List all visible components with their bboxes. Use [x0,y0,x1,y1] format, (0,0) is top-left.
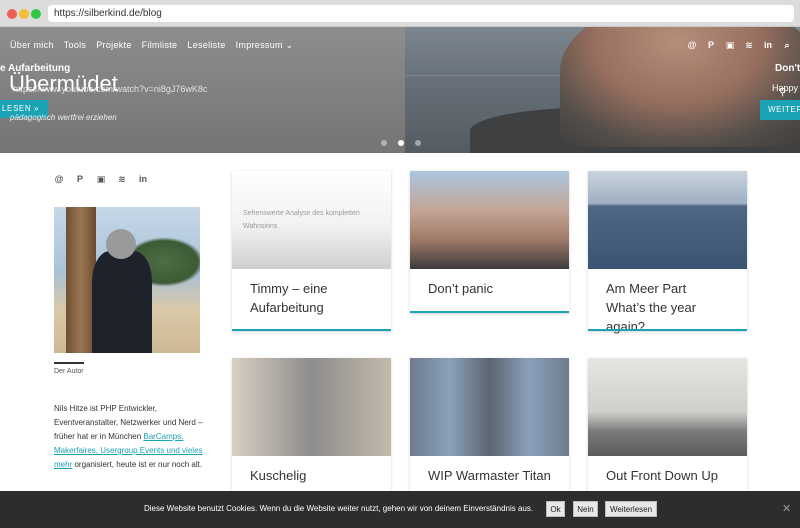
main-nav: Über mich Tools Projekte Filmliste Lesel… [10,40,293,51]
cookie-reject-button[interactable]: Nein [573,501,598,517]
nav-item-projekte[interactable]: Projekte [96,40,131,51]
paypal-icon[interactable]: P [75,174,85,184]
slide-subtitle: pädagogisch wertfrei erziehen [10,113,117,122]
slider-pagination [381,140,421,146]
slide-url-text: https://www.youtube.com/watch?v=ni8gJ76w… [13,84,208,94]
post-title[interactable]: Kuschelig [232,456,391,495]
chevron-down-icon: ⌄ [285,40,294,50]
header-social-links: @ P ▣ ≋ in ⌕ [687,40,792,50]
browser-toolbar: https://silberkind.de/blog [0,0,800,27]
close-icon[interactable]: ✕ [782,502,791,515]
author-bio: Nils Hitze ist PHP Entwickler, Eventvera… [54,404,203,469]
nav-item-leseliste[interactable]: Leseliste [187,40,225,51]
post-title[interactable]: Timmy – eine Aufarbeitung [232,269,391,327]
rss-icon[interactable]: ≋ [744,40,754,50]
post-card[interactable]: Don’t panic [410,171,569,313]
nav-item-filmliste[interactable]: Filmliste [142,40,178,51]
divider [54,362,84,364]
slider-dot[interactable] [415,140,421,146]
post-thumbnail [232,358,391,456]
post-thumbnail [588,171,747,269]
maximize-window-button[interactable] [31,9,41,19]
post-card[interactable]: Sehenswerte Analyse des kompletten Wahns… [232,171,391,331]
post-thumbnail [410,171,569,269]
linkedin-icon[interactable]: in [138,174,148,184]
linkedin-icon[interactable]: in [763,40,773,50]
search-icon[interactable]: ⚲ [779,87,786,98]
cookie-banner: Diese Website benutzt Cookies. Wenn du d… [0,491,800,528]
post-title[interactable]: Don’t panic [410,269,569,308]
minimize-window-button[interactable] [19,9,29,19]
post-thumbnail [588,358,747,456]
thumbnail-caption: Sehenswerte Analyse des kompletten Wahns… [243,210,360,230]
chat-icon[interactable]: ▣ [96,174,106,184]
post-thumbnail [410,358,569,456]
author-photo [54,207,200,353]
nav-item-ueber-mich[interactable]: Über mich [10,40,54,51]
rss-icon[interactable]: ≋ [117,174,127,184]
hero-slider: Über mich Tools Projekte Filmliste Lesel… [0,27,800,153]
slider-dot[interactable] [381,140,387,146]
post-card[interactable]: WIP Warmaster Titan [410,358,569,498]
nav-item-impressum[interactable]: Impressum ⌄ [236,40,294,51]
slider-dot-active[interactable] [398,140,404,146]
post-card[interactable]: Out Front Down Up [588,358,747,498]
cookie-read-more-button[interactable]: Weiterlesen [605,501,657,517]
next-slide-title: Don't [775,63,800,74]
chat-icon[interactable]: ▣ [725,40,735,50]
next-slide-button[interactable]: WEITER [760,100,800,120]
paypal-icon[interactable]: P [706,40,716,50]
mastodon-icon[interactable]: @ [54,174,64,184]
close-window-button[interactable] [7,9,17,19]
post-thumbnail: Sehenswerte Analyse des kompletten Wahns… [232,171,391,269]
cookie-ok-button[interactable]: Ok [546,501,565,517]
post-card[interactable]: Am Meer Part What’s the year again? [588,171,747,334]
address-bar[interactable]: https://silberkind.de/blog [48,5,794,22]
author-caption: Der Autor [54,368,84,375]
post-title[interactable]: Out Front Down Up [588,456,747,495]
post-title[interactable]: WIP Warmaster Titan [410,456,569,495]
post-title[interactable]: Am Meer Part What’s the year again? [588,269,747,346]
post-card[interactable]: Kuschelig [232,358,391,498]
nav-item-tools[interactable]: Tools [64,40,87,51]
mastodon-icon[interactable]: @ [687,40,697,50]
sidebar-social-links: @ P ▣ ≋ in [54,174,148,184]
search-icon[interactable]: ⌕ [782,40,792,50]
cookie-text: Diese Website benutzt Cookies. Wenn du d… [144,504,534,513]
